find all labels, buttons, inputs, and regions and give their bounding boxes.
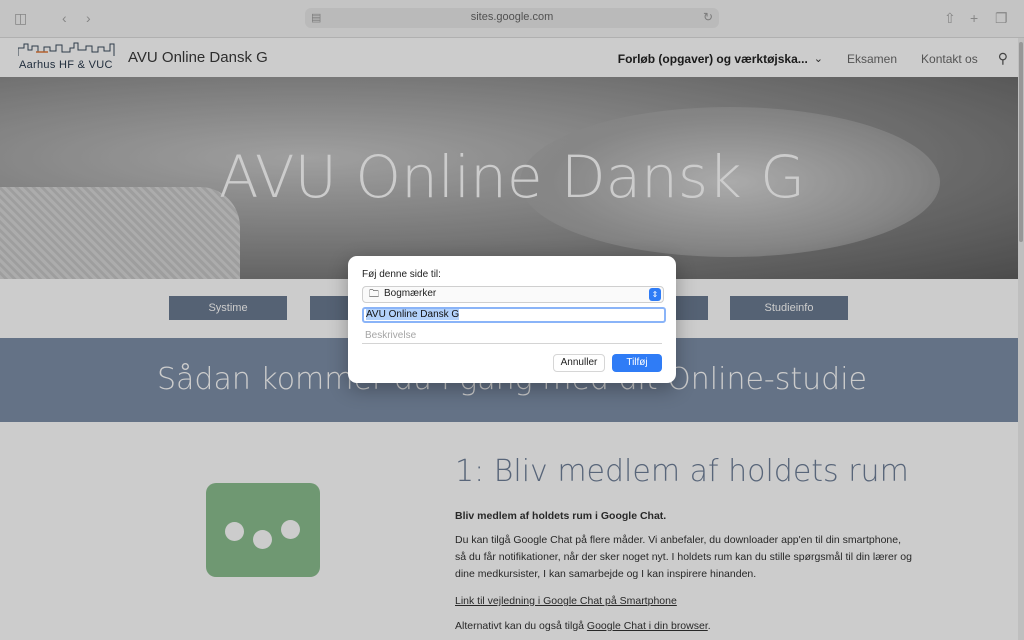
folder-select[interactable]: 🗀 Bogmærker ⇕ [362,286,664,303]
dialog-label: Føj denne side til: [362,269,441,280]
add-button[interactable]: Tilføj [612,354,662,372]
bookmark-name-input[interactable]: AVU Online Dansk G [362,307,666,323]
folder-icon: 🗀 [369,289,379,300]
add-bookmark-dialog: Føj denne side til: 🗀 Bogmærker ⇕ AVU On… [348,256,676,383]
folder-select-value: Bogmærker [384,288,437,299]
bookmark-name-value: AVU Online Dansk G [366,309,460,320]
select-chevron-icon[interactable]: ⇕ [649,288,661,301]
description-input[interactable]: Beskrivelse [362,329,662,344]
description-placeholder: Beskrivelse [365,330,417,341]
cancel-button[interactable]: Annuller [553,354,605,372]
